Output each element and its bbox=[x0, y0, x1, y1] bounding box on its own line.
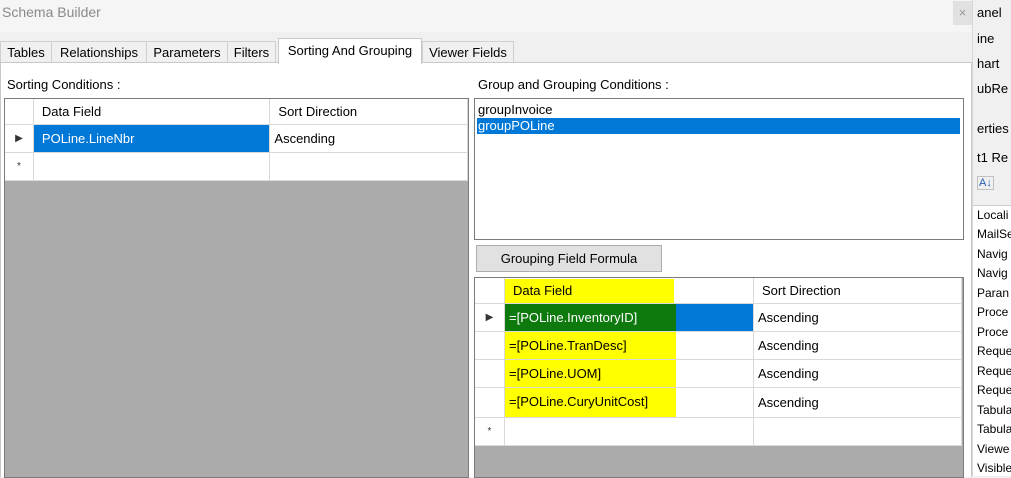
sort-direction-cell[interactable] bbox=[753, 417, 962, 446]
sort-direction-cell[interactable]: Ascending bbox=[753, 303, 962, 332]
table-row[interactable]: ▶ POLine.LineNbr Ascending bbox=[5, 124, 468, 153]
property-item[interactable]: MailSe bbox=[977, 227, 1011, 241]
property-item[interactable]: Tabula bbox=[977, 403, 1011, 417]
property-item[interactable]: Navig bbox=[977, 247, 1008, 261]
current-row-indicator[interactable]: ▶ bbox=[475, 303, 505, 332]
cell-text: Ascending bbox=[758, 338, 819, 353]
window-title: Schema Builder bbox=[2, 4, 101, 20]
toolbox-item-chart[interactable]: hart bbox=[977, 56, 999, 71]
cell-text: POLine.LineNbr bbox=[41, 131, 135, 146]
data-field-cell[interactable] bbox=[33, 152, 271, 181]
property-item[interactable]: Proce bbox=[977, 305, 1008, 319]
table-row[interactable]: =[POLine.CuryUnitCost] Ascending bbox=[475, 387, 962, 418]
cell-text: =[POLine.InventoryID] bbox=[505, 304, 676, 331]
column-header-data-field[interactable]: Data Field bbox=[504, 278, 754, 304]
property-item[interactable]: Visible bbox=[977, 461, 1011, 475]
property-item[interactable]: Navig bbox=[977, 266, 1008, 280]
toolbox-item-panel[interactable]: anel bbox=[977, 5, 1002, 20]
new-row-indicator[interactable]: * bbox=[5, 152, 34, 181]
tab-tables[interactable]: Tables bbox=[0, 41, 52, 63]
grouping-fields-grid[interactable]: Data Field Sort Direction ▶ =[POLine.Inv… bbox=[474, 277, 964, 478]
cell-text: Ascending bbox=[758, 395, 819, 410]
property-item[interactable]: Reque bbox=[977, 364, 1011, 378]
new-row[interactable]: * bbox=[5, 152, 468, 181]
row-header-corner bbox=[475, 278, 505, 304]
properties-label: erties bbox=[977, 121, 1009, 136]
cell-text: =[POLine.UOM] bbox=[505, 360, 676, 387]
property-item[interactable]: Paran bbox=[977, 286, 1009, 300]
grouping-conditions-label: Group and Grouping Conditions : bbox=[478, 77, 669, 92]
sorting-conditions-grid[interactable]: Data Field Sort Direction ▶ POLine.LineN… bbox=[4, 98, 469, 478]
group-listbox[interactable]: groupInvoice groupPOLine bbox=[474, 98, 964, 240]
sort-direction-cell[interactable]: Ascending bbox=[753, 331, 962, 360]
property-item[interactable]: Reque bbox=[977, 383, 1011, 397]
new-row[interactable]: * bbox=[475, 417, 962, 446]
sort-direction-cell[interactable]: Ascending bbox=[753, 359, 962, 388]
cell-text: Ascending bbox=[758, 366, 819, 381]
sort-direction-cell[interactable]: Ascending bbox=[269, 124, 468, 153]
data-field-cell[interactable]: =[POLine.TranDesc] bbox=[504, 331, 754, 360]
property-item[interactable]: Proce bbox=[977, 325, 1008, 339]
column-header-label: Data Field bbox=[41, 104, 102, 119]
row-header-corner bbox=[5, 99, 34, 125]
tab-sorting-and-grouping[interactable]: Sorting And Grouping bbox=[278, 38, 422, 64]
toolbox-item-subreport[interactable]: ubRe bbox=[977, 81, 1008, 96]
column-header-label: Sort Direction bbox=[278, 104, 358, 119]
cell-text: =[POLine.CuryUnitCost] bbox=[505, 388, 676, 417]
close-button[interactable]: × bbox=[953, 1, 972, 25]
column-header-label: Sort Direction bbox=[762, 283, 841, 298]
data-field-cell[interactable]: =[POLine.CuryUnitCost] bbox=[504, 387, 754, 418]
title-bar: Schema Builder bbox=[0, 0, 972, 32]
list-item-group-invoice[interactable]: groupInvoice bbox=[477, 102, 552, 118]
row-header[interactable] bbox=[475, 359, 505, 388]
property-list: Locali MailSe Navig Navig Paran Proce Pr… bbox=[973, 205, 1011, 476]
column-header-sort-direction[interactable]: Sort Direction bbox=[753, 278, 962, 304]
grid-header-row: Data Field Sort Direction bbox=[5, 99, 468, 125]
sorting-conditions-label: Sorting Conditions : bbox=[7, 77, 121, 92]
data-field-cell[interactable] bbox=[504, 417, 754, 446]
sort-direction-cell[interactable] bbox=[269, 152, 468, 181]
cell-text: Ascending bbox=[758, 310, 819, 325]
cell-text: Ascending bbox=[274, 131, 336, 146]
column-header-data-field[interactable]: Data Field bbox=[33, 99, 271, 125]
table-row[interactable]: ▶ =[POLine.InventoryID] Ascending bbox=[475, 303, 962, 332]
tab-parameters[interactable]: Parameters bbox=[146, 41, 228, 63]
column-header-label: Data Field bbox=[505, 278, 675, 303]
data-field-cell[interactable]: POLine.LineNbr bbox=[33, 124, 271, 153]
grid-header-row: Data Field Sort Direction bbox=[475, 278, 962, 304]
tab-filters[interactable]: Filters bbox=[227, 41, 276, 63]
selected-object-label: t1 Re bbox=[977, 150, 1009, 165]
data-field-cell[interactable]: =[POLine.InventoryID] bbox=[504, 303, 754, 332]
sort-alphabetical-icon[interactable]: A↓ bbox=[977, 176, 994, 190]
property-item[interactable]: Reque bbox=[977, 344, 1011, 358]
column-header-sort-direction[interactable]: Sort Direction bbox=[269, 99, 468, 125]
property-item[interactable]: Locali bbox=[977, 208, 1008, 222]
toolbox-item-line[interactable]: ine bbox=[977, 31, 994, 46]
current-row-indicator[interactable]: ▶ bbox=[5, 124, 34, 153]
table-row[interactable]: =[POLine.TranDesc] Ascending bbox=[475, 331, 962, 360]
designer-side-panel: anel ine hart ubRe erties t1 Re A↓ Local… bbox=[972, 0, 1011, 476]
list-item-group-poline[interactable]: groupPOLine bbox=[477, 118, 960, 134]
table-row[interactable]: =[POLine.UOM] Ascending bbox=[475, 359, 962, 388]
cell-text: =[POLine.TranDesc] bbox=[505, 332, 676, 359]
property-item[interactable]: Tabula bbox=[977, 422, 1011, 436]
row-header[interactable] bbox=[475, 387, 505, 418]
property-item[interactable]: Viewe bbox=[977, 442, 1009, 456]
grouping-field-formula-button[interactable]: Grouping Field Formula bbox=[476, 245, 662, 272]
new-row-indicator[interactable]: * bbox=[475, 417, 505, 446]
tab-relationships[interactable]: Relationships bbox=[51, 41, 147, 63]
row-header[interactable] bbox=[475, 331, 505, 360]
sort-direction-cell[interactable]: Ascending bbox=[753, 387, 962, 418]
tab-viewer-fields[interactable]: Viewer Fields bbox=[422, 41, 514, 63]
data-field-cell[interactable]: =[POLine.UOM] bbox=[504, 359, 754, 388]
